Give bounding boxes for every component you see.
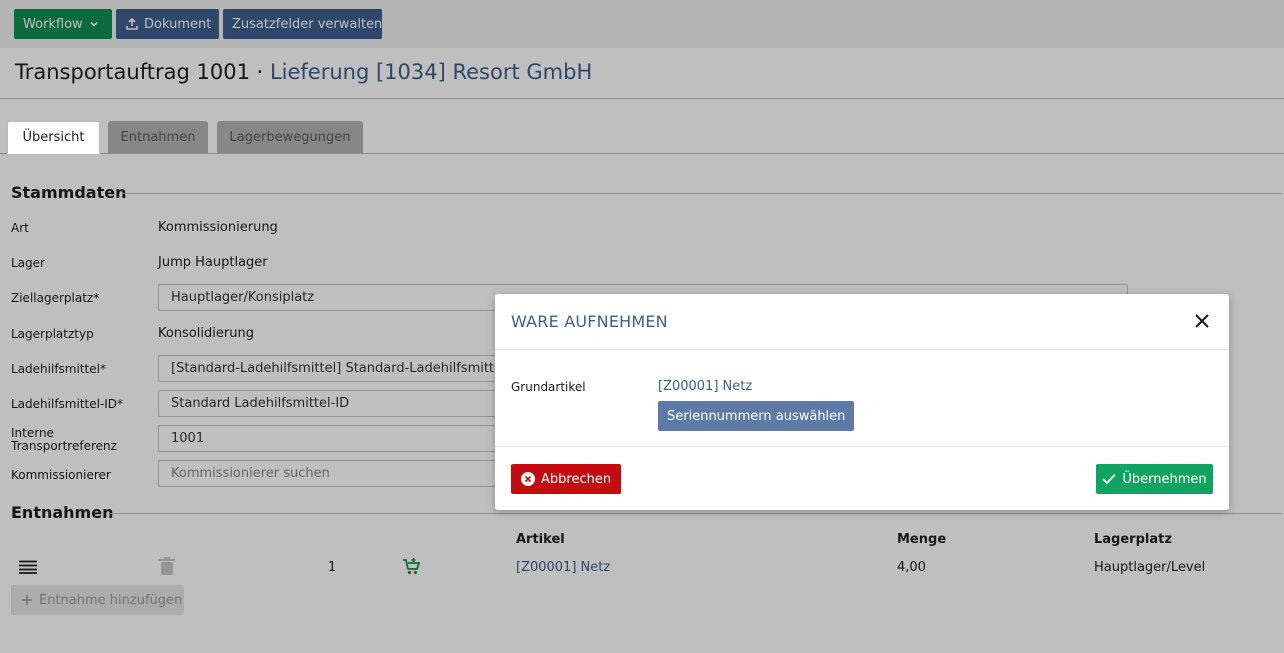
grundartikel-link[interactable]: [Z00001] Netz	[658, 379, 752, 394]
dialog-footer-divider	[495, 446, 1229, 447]
tab-label: Übersicht	[22, 130, 85, 145]
cancel-circle-icon	[521, 472, 535, 486]
dialog-title: WARE AUFNEHMEN	[511, 312, 668, 331]
tab-uebersicht[interactable]: Übersicht	[7, 121, 100, 154]
seriennummern-label: Seriennummern auswählen	[667, 408, 846, 424]
close-icon[interactable]	[1192, 311, 1212, 331]
check-icon	[1102, 473, 1117, 485]
ware-aufnehmen-dialog: WARE AUFNEHMEN Grundartikel [Z00001] Net…	[495, 294, 1229, 510]
abbrechen-button[interactable]: Abbrechen	[511, 464, 622, 494]
uebernehmen-label: Übernehmen	[1122, 471, 1207, 487]
grundartikel-label: Grundartikel	[511, 380, 586, 394]
uebernehmen-button[interactable]: Übernehmen	[1096, 464, 1213, 494]
abbrechen-label: Abbrechen	[541, 471, 612, 487]
dialog-header-divider	[495, 349, 1229, 350]
seriennummern-auswaehlen-button[interactable]: Seriennummern auswählen	[658, 401, 855, 431]
